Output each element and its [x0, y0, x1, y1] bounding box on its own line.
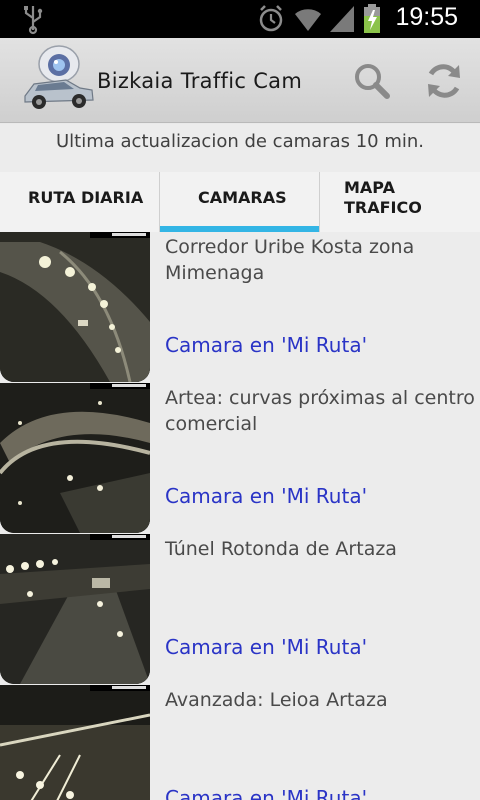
camera-thumbnail[interactable] — [0, 232, 150, 382]
tab-label: CAMARAS — [198, 188, 287, 207]
update-notice: Ultima actualizacion de camaras 10 min. — [0, 124, 480, 172]
camera-list[interactable]: Corredor Uribe Kosta zona Mimenaga Camar… — [0, 232, 480, 800]
tab-label: MAPA TRAFICO — [344, 178, 422, 217]
add-to-route-link[interactable]: Camara en 'Mi Ruta' — [165, 786, 367, 800]
tab-ruta-diaria[interactable]: RUTA DIARIA — [0, 172, 159, 232]
camera-thumbnail[interactable] — [0, 534, 150, 684]
camera-title: Túnel Rotonda de Artaza — [165, 538, 397, 560]
search-button[interactable] — [349, 58, 395, 104]
action-bar: Bizkaia Traffic Cam — [0, 38, 480, 123]
tab-label: RUTA DIARIA — [28, 188, 144, 207]
wifi-icon — [295, 9, 321, 31]
add-to-route-link[interactable]: Camara en 'Mi Ruta' — [165, 635, 367, 659]
list-item[interactable]: Túnel Rotonda de Artaza Camara en 'Mi Ru… — [0, 534, 480, 686]
battery-charging-icon — [364, 4, 380, 33]
status-bar: 19:55 — [0, 0, 480, 38]
list-item[interactable]: Avanzada: Leioa Artaza Camara en 'Mi Rut… — [0, 685, 480, 800]
camera-title: Corredor Uribe Kosta zona Mimenaga — [165, 236, 415, 284]
camera-thumbnail[interactable] — [0, 383, 150, 533]
tab-bar: RUTA DIARIA CAMARAS MAPA TRAFICO — [0, 172, 480, 233]
list-item[interactable]: Artea: curvas próximas al centro comerci… — [0, 383, 480, 535]
usb-icon — [24, 6, 43, 35]
camera-title: Avanzada: Leioa Artaza — [165, 689, 388, 711]
signal-icon — [330, 6, 354, 32]
list-item[interactable]: Corredor Uribe Kosta zona Mimenaga Camar… — [0, 232, 480, 384]
camera-thumbnail[interactable] — [0, 685, 150, 800]
tab-camaras[interactable]: CAMARAS — [160, 172, 319, 232]
refresh-button[interactable] — [421, 58, 467, 104]
clock: 19:55 — [395, 3, 458, 31]
camera-title: Artea: curvas próximas al centro comerci… — [165, 387, 475, 435]
search-icon — [355, 64, 390, 99]
app-logo-icon — [24, 45, 94, 109]
tab-mapa-trafico[interactable]: MAPA TRAFICO — [320, 172, 480, 232]
add-to-route-link[interactable]: Camara en 'Mi Ruta' — [165, 333, 367, 357]
app-title: Bizkaia Traffic Cam — [97, 69, 303, 93]
alarm-icon — [259, 5, 283, 32]
add-to-route-link[interactable]: Camara en 'Mi Ruta' — [165, 484, 367, 508]
